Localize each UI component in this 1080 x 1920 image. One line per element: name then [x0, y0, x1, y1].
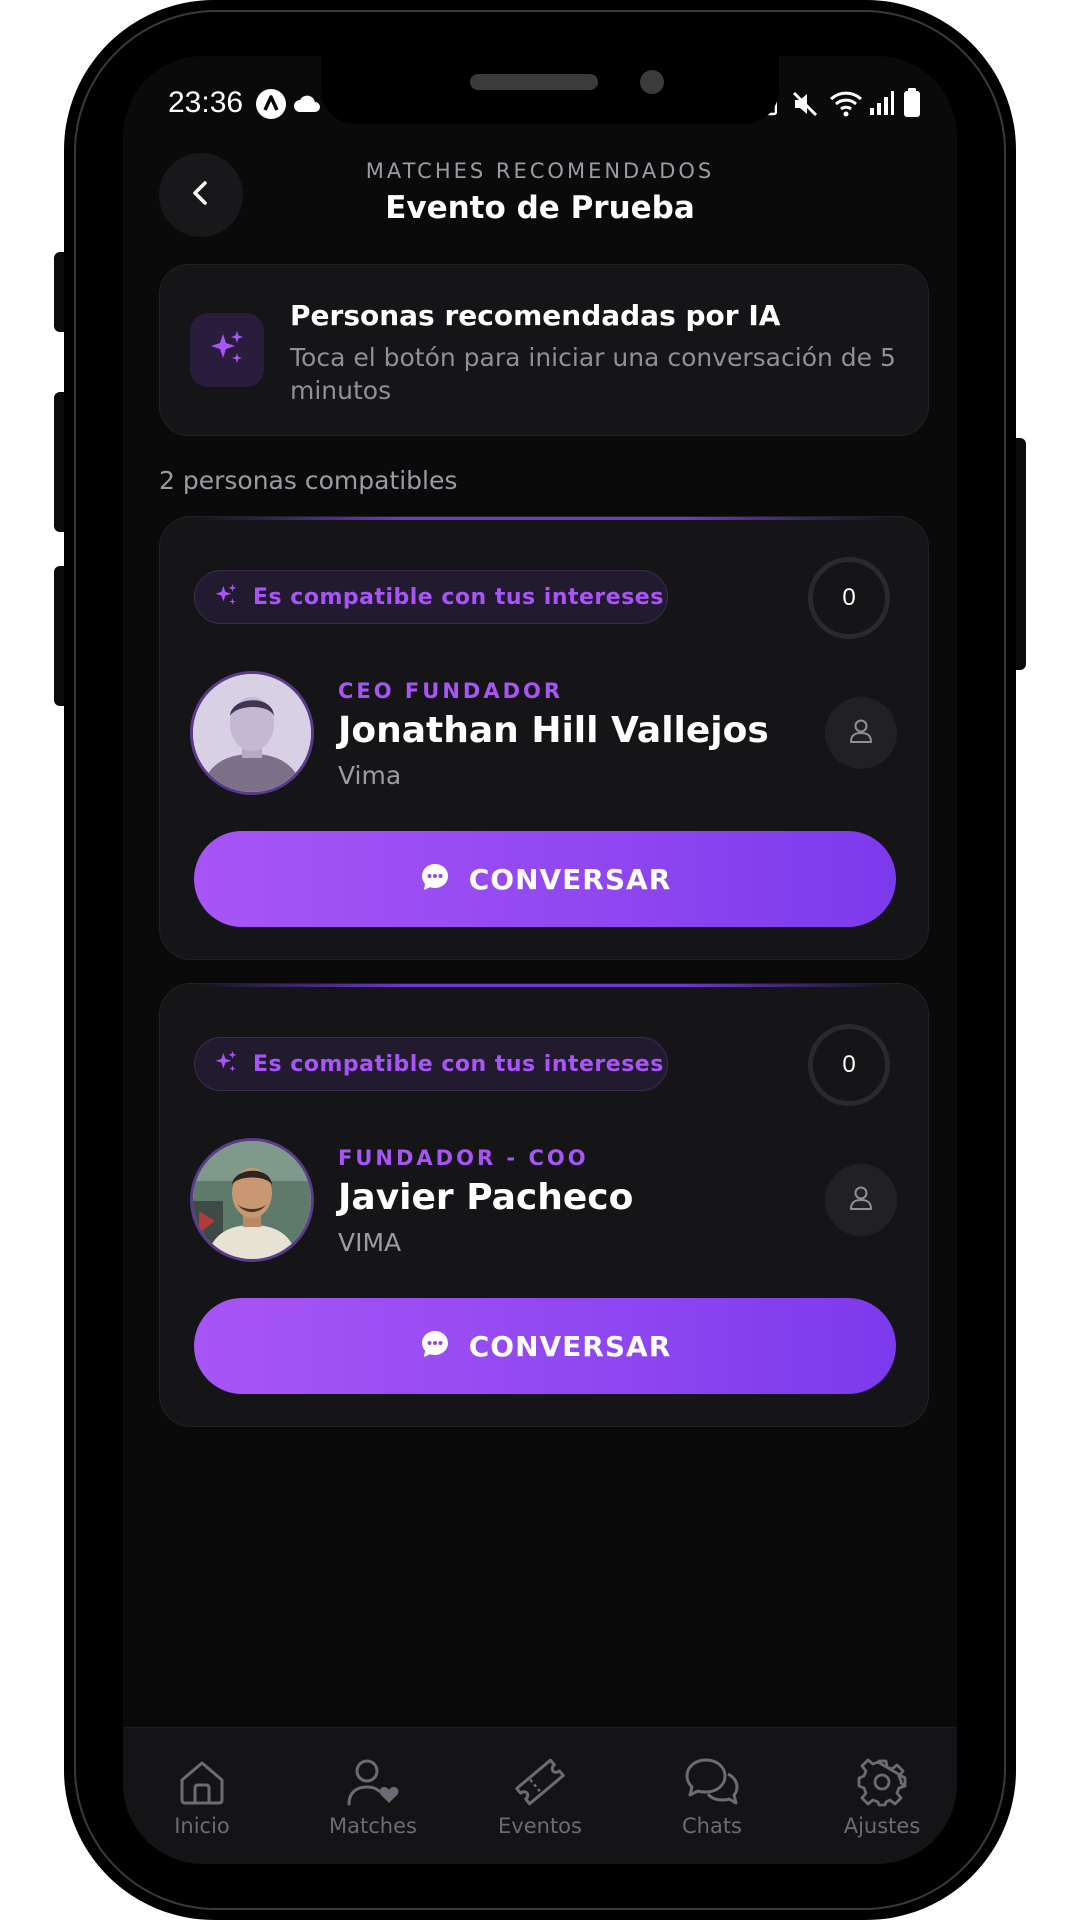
- user-icon: [846, 716, 876, 750]
- user-icon: [846, 1183, 876, 1217]
- avatar: [190, 671, 314, 795]
- card-accent-line: [200, 984, 888, 987]
- chat-bubble-icon: [419, 861, 451, 897]
- nav-label: Matches: [329, 1814, 417, 1838]
- nav-item-ajustes[interactable]: Ajustes: [822, 1728, 942, 1864]
- nav-label: Inicio: [174, 1814, 230, 1838]
- page-title: Evento de Prueba: [385, 190, 695, 226]
- user-heart-icon: [345, 1754, 401, 1810]
- chevron-left-icon: [186, 178, 216, 212]
- ai-info-card: Personas recomendadas por IA Toca el bot…: [159, 264, 929, 436]
- nav-item-eventos[interactable]: Eventos: [480, 1728, 600, 1864]
- nav-label: Eventos: [498, 1814, 582, 1838]
- nav-item-chats[interactable]: Chats: [652, 1728, 772, 1864]
- chat-bubble-icon: [419, 1328, 451, 1364]
- gear-icon: [857, 1754, 907, 1810]
- back-button[interactable]: [159, 153, 243, 237]
- match-company: VIMA: [338, 1228, 402, 1257]
- compatibility-text: Es compatible con tus intereses: [253, 1051, 664, 1077]
- converse-button[interactable]: CONVERSAR: [194, 831, 896, 927]
- info-card-title: Personas recomendadas por IA: [290, 299, 781, 332]
- nav-label: Chats: [681, 1814, 743, 1838]
- status-time: 23:36: [168, 86, 244, 119]
- home-icon: [176, 1754, 228, 1810]
- info-card-subtitle: Toca el botón para iniciar una conversac…: [290, 343, 896, 405]
- nav-item-matches[interactable]: Matches: [313, 1728, 433, 1864]
- match-score: 0: [842, 584, 856, 611]
- front-camera: [640, 70, 664, 94]
- converse-label: CONVERSAR: [468, 1329, 672, 1363]
- mute-icon: [791, 90, 819, 122]
- signal-icon: [869, 90, 895, 120]
- view-profile-button[interactable]: [825, 1164, 897, 1236]
- chat-bubbles-icon: [684, 1754, 740, 1810]
- device-mockup: 23:36 MATCHES RECOMENDADOS Evento de Pru…: [0, 0, 1080, 1920]
- bottom-navigation: Inicio Matches Eventos Chats Ajustes: [123, 1727, 957, 1864]
- cloud-icon: [293, 94, 321, 118]
- avatar: [190, 1138, 314, 1262]
- match-name: Jonathan Hill Vallejos: [338, 710, 769, 751]
- match-card: Es compatible con tus intereses 0 FUNDAD…: [159, 983, 929, 1427]
- app-notification-icon: [255, 88, 287, 124]
- match-role: CEO FUNDADOR: [338, 679, 564, 703]
- wifi-icon: [829, 89, 863, 121]
- match-score-ring: 0: [808, 1024, 890, 1106]
- converse-button[interactable]: CONVERSAR: [194, 1298, 896, 1394]
- notch: [321, 56, 779, 124]
- speaker-grille: [470, 74, 598, 90]
- sparkles-icon: [207, 328, 247, 372]
- ticket-icon: [512, 1754, 568, 1810]
- compatibility-chip: Es compatible con tus intereses: [194, 1037, 668, 1091]
- match-score-ring: 0: [808, 557, 890, 639]
- converse-label: CONVERSAR: [468, 862, 672, 896]
- card-accent-line: [200, 517, 888, 520]
- sparkles-icon: [213, 582, 239, 612]
- page-overline: MATCHES RECOMENDADOS: [365, 159, 715, 183]
- nav-item-inicio[interactable]: Inicio: [142, 1728, 262, 1864]
- nav-label: Ajustes: [843, 1814, 921, 1838]
- match-score: 0: [842, 1051, 856, 1078]
- match-card: Es compatible con tus intereses 0 CEO FU…: [159, 516, 929, 960]
- ai-icon-box: [190, 313, 264, 387]
- app-screen: 23:36 MATCHES RECOMENDADOS Evento de Pru…: [123, 56, 957, 1864]
- compatibility-text: Es compatible con tus intereses: [253, 584, 664, 610]
- match-role: FUNDADOR - COO: [338, 1146, 589, 1170]
- view-profile-button[interactable]: [825, 697, 897, 769]
- compatible-count: 2 personas compatibles: [159, 466, 458, 495]
- match-company: Vima: [338, 761, 402, 790]
- sparkles-icon: [213, 1049, 239, 1079]
- match-name: Javier Pacheco: [338, 1177, 634, 1218]
- battery-icon: [903, 88, 921, 122]
- compatibility-chip: Es compatible con tus intereses: [194, 570, 668, 624]
